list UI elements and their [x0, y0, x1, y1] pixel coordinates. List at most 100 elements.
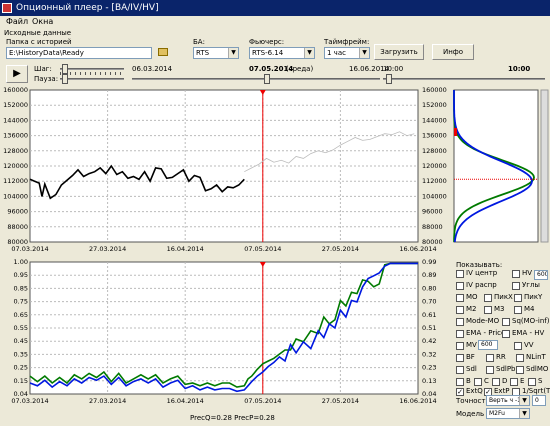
date-slider[interactable] [132, 78, 380, 80]
checkbox-пикх[interactable] [484, 294, 492, 302]
accuracy-value: Верть ч -1 [489, 397, 521, 404]
x-tick-label: 07.05.2014 [244, 397, 281, 405]
time-slider-thumb[interactable] [386, 74, 392, 84]
checkbox-label: M4 [524, 305, 535, 313]
checkbox-m3[interactable] [484, 306, 492, 314]
ba-label: БА: [193, 38, 205, 46]
x-tick-label: 16.06.2014 [399, 245, 436, 253]
folder-open-icon[interactable] [158, 48, 168, 56]
futures-label: Фьючерс: [249, 38, 285, 46]
x-tick-label: 27.03.2014 [89, 245, 126, 253]
step-slider-thumb[interactable] [62, 64, 68, 74]
checkbox-label: RR [496, 353, 506, 361]
model-value: M2Fu [489, 410, 505, 417]
checkbox-пикy[interactable] [514, 294, 522, 302]
y-tick-label: 0.25 [14, 364, 28, 372]
checkbox-extq[interactable]: ✓ [456, 388, 464, 396]
checkbox-label: EMA - Price [466, 329, 506, 337]
y-tick-label-right: 0.89 [422, 271, 436, 279]
checkbox-sdlmo[interactable] [516, 366, 524, 374]
y-tick-label-right: 152000 [422, 101, 447, 109]
y-tick-label: 128000 [3, 147, 28, 155]
hv-input[interactable]: 600 [534, 270, 548, 280]
checkbox-s[interactable] [528, 378, 536, 386]
y-tick-label: 160000 [3, 86, 28, 94]
futures-value: RTS-6.14 [252, 49, 284, 57]
menu-windows[interactable]: Окна [32, 17, 53, 26]
checkbox-iv-центр[interactable] [456, 270, 464, 278]
checkbox-sdlpb[interactable] [486, 366, 494, 374]
checkbox-c[interactable] [474, 378, 482, 386]
checkbox-bf[interactable] [456, 354, 464, 362]
checkbox-b[interactable] [456, 378, 464, 386]
checkbox-label: B [466, 377, 471, 385]
y-tick-label: 120000 [3, 162, 28, 170]
model-select[interactable]: M2Fu ▼ [486, 408, 530, 419]
iv-chart: 07.03.2014 27.03.2014 16.04.2014 07.05.2014… [0, 258, 452, 412]
folder-input[interactable]: E:\HistoryData\Ready [6, 47, 152, 59]
checkbox-sq-mo-inf-[interactable] [502, 318, 510, 326]
y-tick-label: 112000 [3, 177, 28, 185]
y-tick-label-right: 0.80 [422, 284, 436, 292]
checkbox-nlint[interactable] [516, 354, 524, 362]
checkbox-label: ExtQ [466, 387, 483, 395]
checkbox-vv[interactable] [514, 342, 522, 350]
app-icon [2, 3, 12, 13]
chevron-down-icon: ▼ [359, 48, 369, 58]
checkbox-label: Sdl [466, 365, 477, 373]
futures-select[interactable]: RTS-6.14 ▼ [249, 47, 315, 59]
load-button[interactable]: Загрузить [374, 44, 424, 60]
distribution-scrollbar[interactable] [540, 89, 549, 243]
folder-label: Папка с историей [6, 38, 72, 46]
checkbox-sdl[interactable] [456, 366, 464, 374]
step-slider[interactable] [60, 68, 124, 70]
checkbox-ema-price[interactable] [456, 330, 464, 338]
accuracy-select[interactable]: Верть ч -1 ▼ [486, 395, 530, 406]
pause-slider-thumb[interactable] [62, 74, 68, 84]
y-tick-label-right: 0.42 [422, 337, 436, 345]
checkbox-iv-распр[interactable] [456, 282, 464, 290]
y-tick-label: 0.75 [14, 298, 28, 306]
checkbox-label: ПикY [524, 293, 543, 301]
pause-slider[interactable] [60, 78, 124, 80]
checkbox-mo[interactable] [456, 294, 464, 302]
checkbox-d[interactable] [492, 378, 500, 386]
checkbox-label: EMA - HV [512, 329, 545, 337]
y-tick-label: 0.35 [14, 350, 28, 358]
play-button[interactable]: ▶ [6, 65, 28, 83]
checkbox-label: NLinT [526, 353, 546, 361]
source-group-label: Исходные данные [4, 29, 72, 37]
price-chart: 07.03.2014 27.03.2014 16.04.2014 07.05.2014… [0, 86, 452, 258]
ba-select[interactable]: RTS ▼ [193, 47, 239, 59]
date-slider-thumb[interactable] [264, 74, 270, 84]
mv-input[interactable]: 600 [478, 340, 498, 350]
checkbox-m2[interactable] [456, 306, 464, 314]
timeframe-select[interactable]: 1 час ▼ [324, 47, 370, 59]
checkbox-mode-mo[interactable] [456, 318, 464, 326]
title-bar: Опционный плеер - [BA/IV/HV] [0, 0, 550, 16]
x-tick-label: 16.04.2014 [167, 397, 204, 405]
x-tick-label: 27.05.2014 [322, 245, 359, 253]
info-button[interactable]: Инфо [432, 44, 474, 60]
precision-caption: PrecQ=0.28 PrecP=0.28 [190, 414, 275, 422]
accuracy-number[interactable]: 0 [532, 395, 546, 406]
checkbox-m4[interactable] [514, 306, 522, 314]
y-tick-label: 1.00 [14, 258, 28, 266]
checkbox-mv[interactable] [456, 342, 464, 350]
y-tick-label: 96000 [7, 208, 28, 216]
x-tick-label: 27.03.2014 [89, 397, 126, 405]
y-tick-label: 0.04 [14, 390, 28, 398]
checkbox-hv[interactable] [512, 270, 520, 278]
timeframe-value: 1 час [327, 49, 346, 57]
y-tick-label-right: 0.04 [422, 390, 436, 398]
y-tick-label: 0.85 [14, 284, 28, 292]
x-tick-label: 16.06.2014 [399, 397, 436, 405]
checkbox-e[interactable] [510, 378, 518, 386]
checkbox-label: IV распр [466, 281, 497, 289]
menu-file[interactable]: Файл [6, 17, 28, 26]
checkbox-ema-hv[interactable] [502, 330, 510, 338]
checkbox-углы[interactable] [512, 282, 520, 290]
checkbox-rr[interactable] [486, 354, 494, 362]
time-slider[interactable] [383, 78, 545, 80]
step-ticks [60, 72, 124, 75]
